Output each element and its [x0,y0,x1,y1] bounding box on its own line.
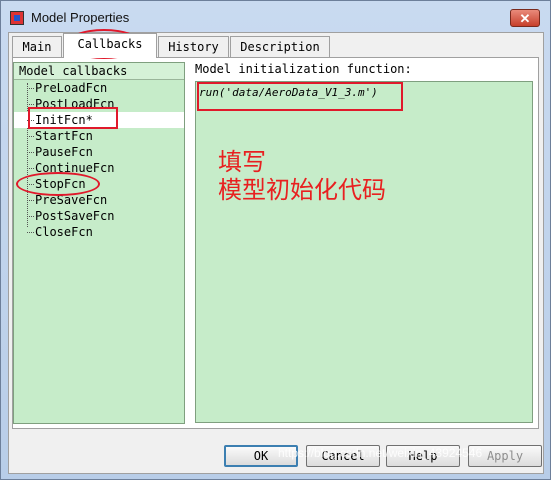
annotation-line-2: 模型初始化代码 [218,176,386,204]
callback-item-closefcn[interactable]: CloseFcn [14,224,184,240]
callback-item-postsavefcn[interactable]: PostSaveFcn [14,208,184,224]
callbacks-tree[interactable]: Model callbacks PreLoadFcn PostLoadFcn I… [13,62,185,424]
code-editor[interactable]: run('data/AeroData_V1_3.m') 填写 模型初始化代码 [195,81,533,423]
dialog-client: Main Callbacks History Description Model… [8,32,544,474]
callback-item-pausefcn[interactable]: PauseFcn [14,144,184,160]
model-properties-window: Model Properties ✕ Main Callbacks Histor… [0,0,551,480]
tab-callbacks[interactable]: Callbacks [63,33,157,58]
callback-item-startfcn[interactable]: StartFcn [14,128,184,144]
tree-header: Model callbacks [14,63,184,80]
annotation-note: 填写 模型初始化代码 [218,148,386,204]
callback-item-initfcn[interactable]: InitFcn* [14,112,184,128]
callback-item-presavefcn[interactable]: PreSaveFcn [14,192,184,208]
window-title: Model Properties [31,10,130,25]
callback-item-preloadfcn[interactable]: PreLoadFcn [14,80,184,96]
annotation-line-1: 填写 [218,148,266,176]
title-bar[interactable]: Model Properties ✕ [1,1,550,33]
code-label: Model initialization function: [195,62,412,76]
callback-item-stopfcn[interactable]: StopFcn [14,176,184,192]
tab-history[interactable]: History [158,36,229,57]
tab-main[interactable]: Main [12,36,62,57]
simulink-app-icon [10,11,24,25]
watermark: https://blog.csdn.net/weixin_43924546 [278,446,483,460]
close-button[interactable]: ✕ [510,9,540,27]
tab-description[interactable]: Description [230,36,330,57]
code-text[interactable]: run('data/AeroData_V1_3.m') [199,86,378,99]
callback-item-postloadfcn[interactable]: PostLoadFcn [14,96,184,112]
callback-item-continuefcn[interactable]: ContinueFcn [14,160,184,176]
